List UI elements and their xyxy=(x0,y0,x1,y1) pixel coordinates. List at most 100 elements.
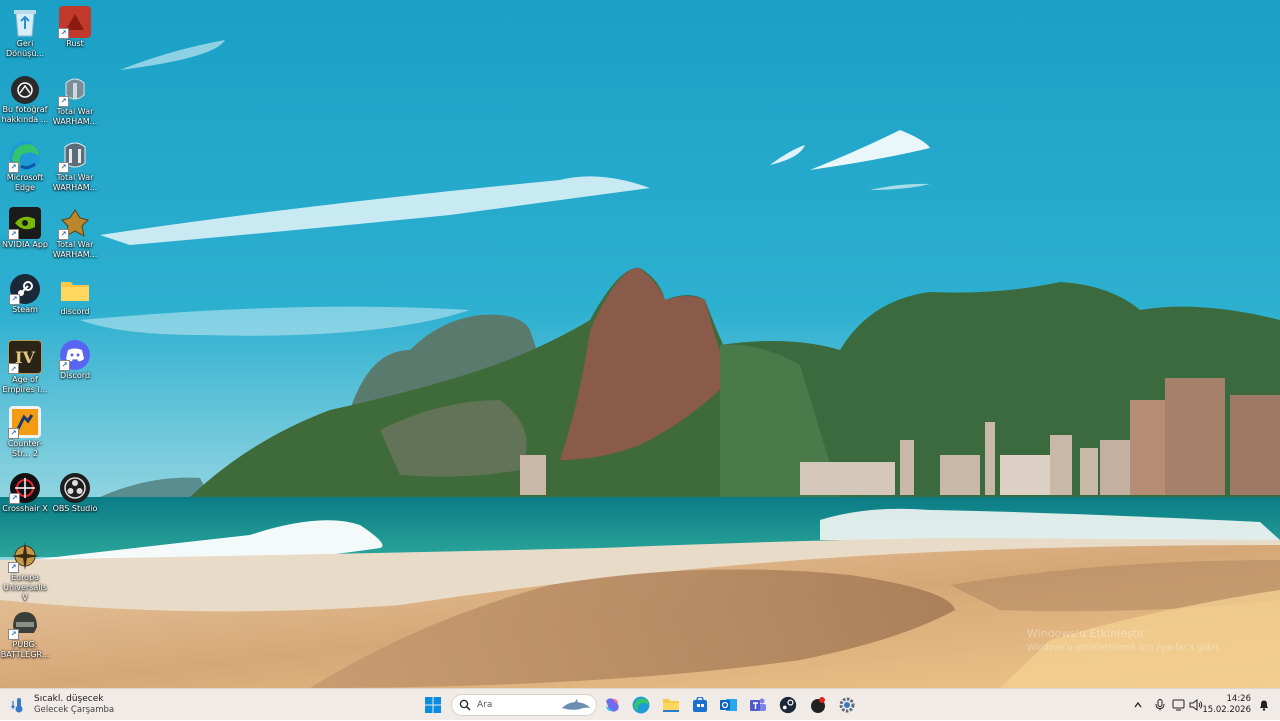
steam-shortcut[interactable]: ↗ Steam xyxy=(0,272,50,334)
folder-icon xyxy=(59,274,91,306)
shortcut-arrow-icon: ↗ xyxy=(9,493,20,504)
rust-icon: ↗ xyxy=(58,6,91,39)
shortcut-arrow-icon: ↗ xyxy=(58,96,69,107)
settings-button[interactable] xyxy=(835,693,859,717)
icon-label: Total War WARHAM... xyxy=(52,240,98,259)
chevron-up-icon[interactable] xyxy=(1130,697,1146,713)
camera-circle-icon xyxy=(11,76,39,104)
discord-folder[interactable]: discord xyxy=(50,272,100,334)
pubg-helmet-icon: ↗ xyxy=(8,607,41,640)
icon-label: Microsoft Edge xyxy=(6,173,44,192)
age-of-empires-shortcut[interactable]: IV ↗ Age of Empires I... xyxy=(0,338,50,400)
network-icon[interactable] xyxy=(1171,697,1187,713)
counter-strike-icon: ↗ xyxy=(8,406,41,439)
shortcut-arrow-icon: ↗ xyxy=(8,229,19,240)
icon-label: Total War WARHAM... xyxy=(52,173,98,192)
icon-label: Geri Dönüşü... xyxy=(5,39,45,58)
icon-label: Discord xyxy=(59,371,91,380)
icon-label: Bu fotoğraf hakkında ... xyxy=(1,105,49,124)
shortcut-arrow-icon: ↗ xyxy=(59,360,70,371)
start-button[interactable] xyxy=(421,693,445,717)
icon-label: Crosshair X xyxy=(2,504,48,513)
copilot-button[interactable] xyxy=(600,693,624,717)
microphone-icon[interactable] xyxy=(1152,697,1168,713)
obs-studio-shortcut[interactable]: OBS Studio xyxy=(50,471,100,533)
steam-taskbar-button[interactable] xyxy=(776,693,800,717)
edge-icon xyxy=(632,696,650,714)
notification-bell-icon[interactable] xyxy=(1256,697,1272,713)
edge-icon: ↗ xyxy=(8,140,41,173)
total-war-3-shortcut[interactable]: ↗ Total War WARHAM... xyxy=(50,205,100,267)
icon-label: Europa Universalis V xyxy=(3,573,47,602)
desktop: Geri Dönüşü... ↗ Rust Bu fotoğraf hakkın… xyxy=(0,0,1280,688)
crosshair-icon: ↗ xyxy=(9,473,40,504)
shortcut-arrow-icon: ↗ xyxy=(58,162,69,173)
shortcut-arrow-icon: ↗ xyxy=(58,229,69,240)
shortcut-arrow-icon: ↗ xyxy=(9,294,20,305)
icon-label: discord xyxy=(60,307,90,316)
nvidia-app-shortcut[interactable]: ↗ NVIDIA App xyxy=(0,205,50,267)
total-war-1-shortcut[interactable]: ↗ Total War WARHAM... xyxy=(50,72,100,134)
shortcut-arrow-icon: ↗ xyxy=(8,562,19,573)
file-explorer-button[interactable] xyxy=(659,693,683,717)
taskbar: Sıcakl. düşecek Gelecek Çarşamba Ara 14:… xyxy=(0,688,1280,720)
clock-date: 15.02.2026 xyxy=(1202,705,1251,715)
weather-thermometer-icon xyxy=(10,698,23,713)
total-war-helmet-icon: ↗ xyxy=(58,140,91,173)
icon-label: Rust xyxy=(66,39,84,48)
icon-label: Total War WARHAM... xyxy=(52,107,98,126)
steam-icon xyxy=(779,696,797,714)
rust-shortcut[interactable]: ↗ Rust xyxy=(50,4,100,66)
shortcut-arrow-icon: ↗ xyxy=(8,162,19,173)
total-war-helmet-icon: ↗ xyxy=(58,74,91,107)
steam-icon: ↗ xyxy=(9,274,40,305)
icon-label: Steam xyxy=(12,305,38,314)
shortcut-arrow-icon: ↗ xyxy=(8,428,19,439)
outlook-button[interactable] xyxy=(717,693,741,717)
shortcut-arrow-icon: ↗ xyxy=(8,629,19,640)
teams-icon xyxy=(750,698,766,711)
shortcut-arrow-icon: ↗ xyxy=(58,28,69,39)
store-button[interactable] xyxy=(688,693,712,717)
taskbar-search-box[interactable]: Ara xyxy=(451,694,597,716)
search-placeholder: Ara xyxy=(477,700,493,710)
icon-label: NVIDIA App xyxy=(2,240,48,249)
weather-subtitle: Gelecek Çarşamba xyxy=(34,705,115,715)
counter-strike-shortcut[interactable]: ↗ Counter-Str... 2 xyxy=(0,404,50,466)
icon-label: OBS Studio xyxy=(52,504,98,513)
nvidia-icon: ↗ xyxy=(8,207,41,240)
edge-shortcut[interactable]: ↗ Microsoft Edge xyxy=(0,138,50,200)
edge-taskbar-button[interactable] xyxy=(629,693,653,717)
search-highlight-dolphin-icon xyxy=(562,699,590,710)
file-explorer-icon xyxy=(663,699,679,712)
crosshair-x-shortcut[interactable]: ↗ Crosshair X xyxy=(0,471,50,533)
copilot-icon xyxy=(606,698,619,712)
wallpaper-beach-mountains xyxy=(0,0,1280,688)
recycle-bin-icon-shortcut[interactable]: Geri Dönüşü... xyxy=(0,4,50,66)
weather-widget[interactable]: Sıcakl. düşecek Gelecek Çarşamba xyxy=(10,693,114,717)
total-war-2-shortcut[interactable]: ↗ Total War WARHAM... xyxy=(50,138,100,200)
watermark-title: Windows'u Etkinleştir xyxy=(1027,627,1145,640)
record-icon xyxy=(811,697,825,713)
shortcut-arrow-icon: ↗ xyxy=(8,363,19,374)
about-photo-shortcut[interactable]: Bu fotoğraf hakkında ... xyxy=(0,72,50,134)
watermark-subtitle: Windows'u etkinleştirmek için Ayarlar'a … xyxy=(1027,643,1221,653)
compass-rose-icon: ↗ xyxy=(8,540,41,573)
store-icon xyxy=(693,697,707,712)
discord-icon: ↗ xyxy=(59,340,90,371)
discord-shortcut[interactable]: ↗ Discord xyxy=(50,338,100,400)
icon-label: Age of Empires I... xyxy=(2,375,48,394)
clock-time: 14:26 xyxy=(1226,694,1252,704)
obs-icon xyxy=(60,473,90,503)
teams-button[interactable] xyxy=(746,693,770,717)
europa-universalis-shortcut[interactable]: ↗ Europa Universalis V xyxy=(0,538,50,602)
search-icon xyxy=(459,699,471,711)
icon-label: PUBG: BATTLEGR... xyxy=(0,640,50,659)
icon-label: Counter-Str... 2 xyxy=(7,439,43,458)
clock[interactable]: 14:26 15.02.2026 xyxy=(1202,694,1251,716)
record-app-button[interactable] xyxy=(806,693,830,717)
total-war-crest-icon: ↗ xyxy=(58,207,91,240)
weather-title: Sıcakl. düşecek xyxy=(34,694,104,704)
start-icon xyxy=(425,697,441,713)
pubg-shortcut[interactable]: ↗ PUBG: BATTLEGR... xyxy=(0,605,50,667)
